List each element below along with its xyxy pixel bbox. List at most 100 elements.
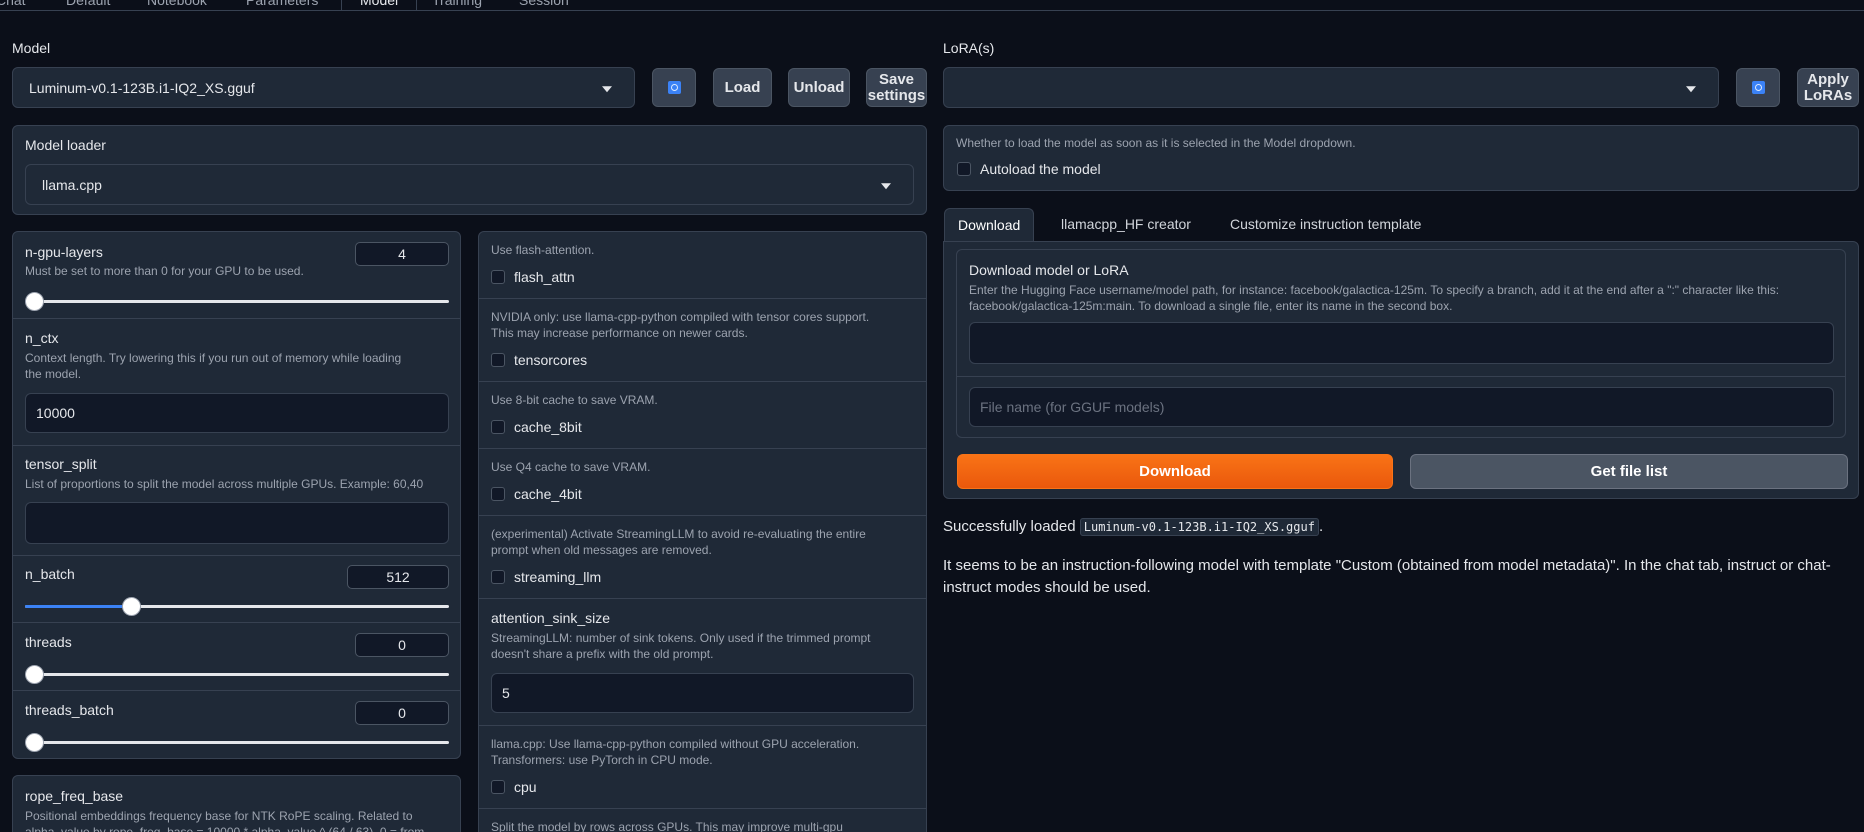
cache-4bit-checkbox[interactable]	[491, 487, 505, 501]
n-gpu-layers-slider[interactable]	[25, 292, 449, 311]
apply-loras-label-2: LoRAs	[1803, 86, 1853, 104]
divider	[13, 318, 460, 319]
rope-freq-base-info-2: alpha_value by rope_freq_base = 10000 * …	[25, 825, 425, 832]
cache-8bit-checkbox[interactable]	[491, 420, 505, 434]
n-batch-slider[interactable]	[25, 597, 449, 616]
flash-attn-label: flash_attn	[514, 269, 575, 285]
row-split-info: Split the model by rows across GPUs. Thi…	[491, 820, 843, 832]
chevron-down-icon	[881, 182, 891, 189]
tab-parameters[interactable]: Parameters	[246, 0, 318, 10]
threads-batch-slider-thumb[interactable]	[25, 733, 44, 752]
tensor-split-label: tensor_split	[25, 456, 97, 472]
threads-label: threads	[25, 634, 72, 650]
cache-8bit-label: cache_8bit	[514, 419, 582, 435]
n-gpu-layers-slider-thumb[interactable]	[25, 292, 44, 311]
subtab-download[interactable]: Download	[944, 208, 1035, 241]
divider	[957, 376, 1845, 377]
subtab-llamacpp-hf-creator[interactable]: llamacpp_HF creator	[1061, 216, 1191, 232]
tab-training[interactable]: Training	[432, 0, 482, 10]
unload-button[interactable]: Unload	[788, 68, 850, 107]
status-message: Successfully loaded Luminum-v0.1-123B.i1…	[943, 516, 1323, 538]
main-tab-bar: Chat Default Notebook Parameters Model T…	[0, 0, 1864, 11]
lora-label: LoRA(s)	[943, 40, 995, 56]
threads-slider[interactable]	[25, 665, 449, 684]
n-ctx-input[interactable]: 10000	[25, 393, 449, 433]
lora-dropdown[interactable]	[943, 67, 1719, 108]
streaming-llm-info-2: prompt when old messages are removed.	[491, 543, 712, 557]
autoload-info: Whether to load the model as soon as it …	[956, 136, 1356, 150]
tab-model[interactable]: Model	[341, 0, 418, 10]
threads-batch-slider[interactable]	[25, 733, 449, 752]
n-batch-slider-fill	[25, 605, 131, 608]
cpu-checkbox[interactable]	[491, 780, 505, 794]
mid-params-panel: Use flash-attention. flash_attn NVIDIA o…	[478, 231, 927, 832]
chevron-down-icon	[1686, 85, 1696, 92]
n-batch-label: n_batch	[25, 566, 75, 582]
subtab-customize-template[interactable]: Customize instruction template	[1230, 216, 1421, 232]
divider	[479, 298, 926, 299]
refresh-loras-button[interactable]	[1736, 68, 1780, 107]
download-button[interactable]: Download	[957, 454, 1393, 489]
divider	[479, 381, 926, 382]
cpu-info-1: llama.cpp: Use llama-cpp-python compiled…	[491, 737, 860, 751]
rope-freq-base-panel: rope_freq_base Positional embeddings fre…	[12, 775, 461, 832]
divider	[13, 690, 460, 691]
refresh-models-button[interactable]	[652, 68, 696, 107]
cpu-label: cpu	[514, 779, 537, 795]
download-form: Download model or LoRA Enter the Hugging…	[956, 249, 1846, 438]
tensor-split-input[interactable]	[25, 502, 449, 544]
n-ctx-info-1: Context length. Try lowering this if you…	[25, 351, 402, 365]
download-title: Download model or LoRA	[969, 262, 1129, 278]
tab-notebook[interactable]: Notebook	[147, 0, 207, 10]
file-name-input[interactable]: File name (for GGUF models)	[969, 387, 1834, 427]
save-settings-button[interactable]: Save settings	[866, 68, 927, 107]
apply-loras-label-1: Apply	[1807, 70, 1849, 88]
divider	[479, 598, 926, 599]
attention-sink-size-info-2: doesn't share a prefix with the old prom…	[491, 647, 714, 661]
n-gpu-layers-input[interactable]: 4	[355, 242, 449, 266]
model-repo-input[interactable]	[969, 322, 1834, 364]
cache-8bit-info: Use 8-bit cache to save VRAM.	[491, 393, 658, 407]
model-loader-label: Model loader	[25, 137, 106, 153]
n-ctx-label: n_ctx	[25, 330, 59, 346]
left-params-panel: n-gpu-layers Must be set to more than 0 …	[12, 231, 461, 759]
apply-loras-button[interactable]: Apply LoRAs	[1797, 68, 1859, 107]
refresh-icon	[667, 81, 681, 94]
rope-freq-base-label: rope_freq_base	[25, 788, 124, 804]
cpu-info-2: Transformers: use PyTorch in CPU mode.	[491, 753, 713, 767]
model-label: Model	[12, 40, 51, 56]
flash-attn-checkbox[interactable]	[491, 270, 505, 284]
download-info-1: Enter the Hugging Face username/model pa…	[969, 283, 1780, 297]
attention-sink-size-input[interactable]: 5	[491, 673, 914, 713]
flash-attn-info: Use flash-attention.	[491, 243, 595, 257]
streaming-llm-checkbox[interactable]	[491, 570, 505, 584]
model-loader-dropdown[interactable]: llama.cpp	[25, 164, 914, 205]
threads-batch-input[interactable]: 0	[355, 701, 449, 725]
model-loader-selected: llama.cpp	[42, 176, 102, 193]
model-page: Chat Default Notebook Parameters Model T…	[0, 0, 1864, 832]
model-loader-panel: Model loader llama.cpp	[12, 125, 927, 215]
threads-input[interactable]: 0	[355, 633, 449, 657]
autoload-checkbox[interactable]	[957, 162, 971, 176]
refresh-icon	[1751, 81, 1765, 94]
n-gpu-layers-label: n-gpu-layers	[25, 244, 103, 260]
attention-sink-size-label: attention_sink_size	[491, 610, 611, 626]
n-batch-slider-thumb[interactable]	[122, 597, 141, 616]
threads-slider-thumb[interactable]	[25, 665, 44, 684]
load-button[interactable]: Load	[713, 68, 772, 107]
download-panel: Download model or LoRA Enter the Hugging…	[943, 241, 1859, 499]
tensorcores-checkbox[interactable]	[491, 353, 505, 367]
save-settings-label-2: settings	[867, 86, 926, 104]
tab-chat[interactable]: Chat	[0, 0, 26, 10]
tab-default[interactable]: Default	[66, 0, 110, 10]
n-ctx-info-2: the model.	[25, 367, 82, 381]
tab-session[interactable]: Session	[519, 0, 569, 10]
divider	[479, 725, 926, 726]
tensorcores-label: tensorcores	[514, 352, 588, 368]
get-file-list-button[interactable]: Get file list	[1410, 454, 1848, 489]
status-line-2: It seems to be an instruction-following …	[943, 557, 1831, 574]
autoload-label: Autoload the model	[980, 161, 1101, 177]
n-batch-input[interactable]: 512	[347, 565, 449, 589]
model-dropdown[interactable]: Luminum-v0.1-123B.i1-IQ2_XS.gguf	[12, 67, 635, 108]
divider	[479, 808, 926, 809]
